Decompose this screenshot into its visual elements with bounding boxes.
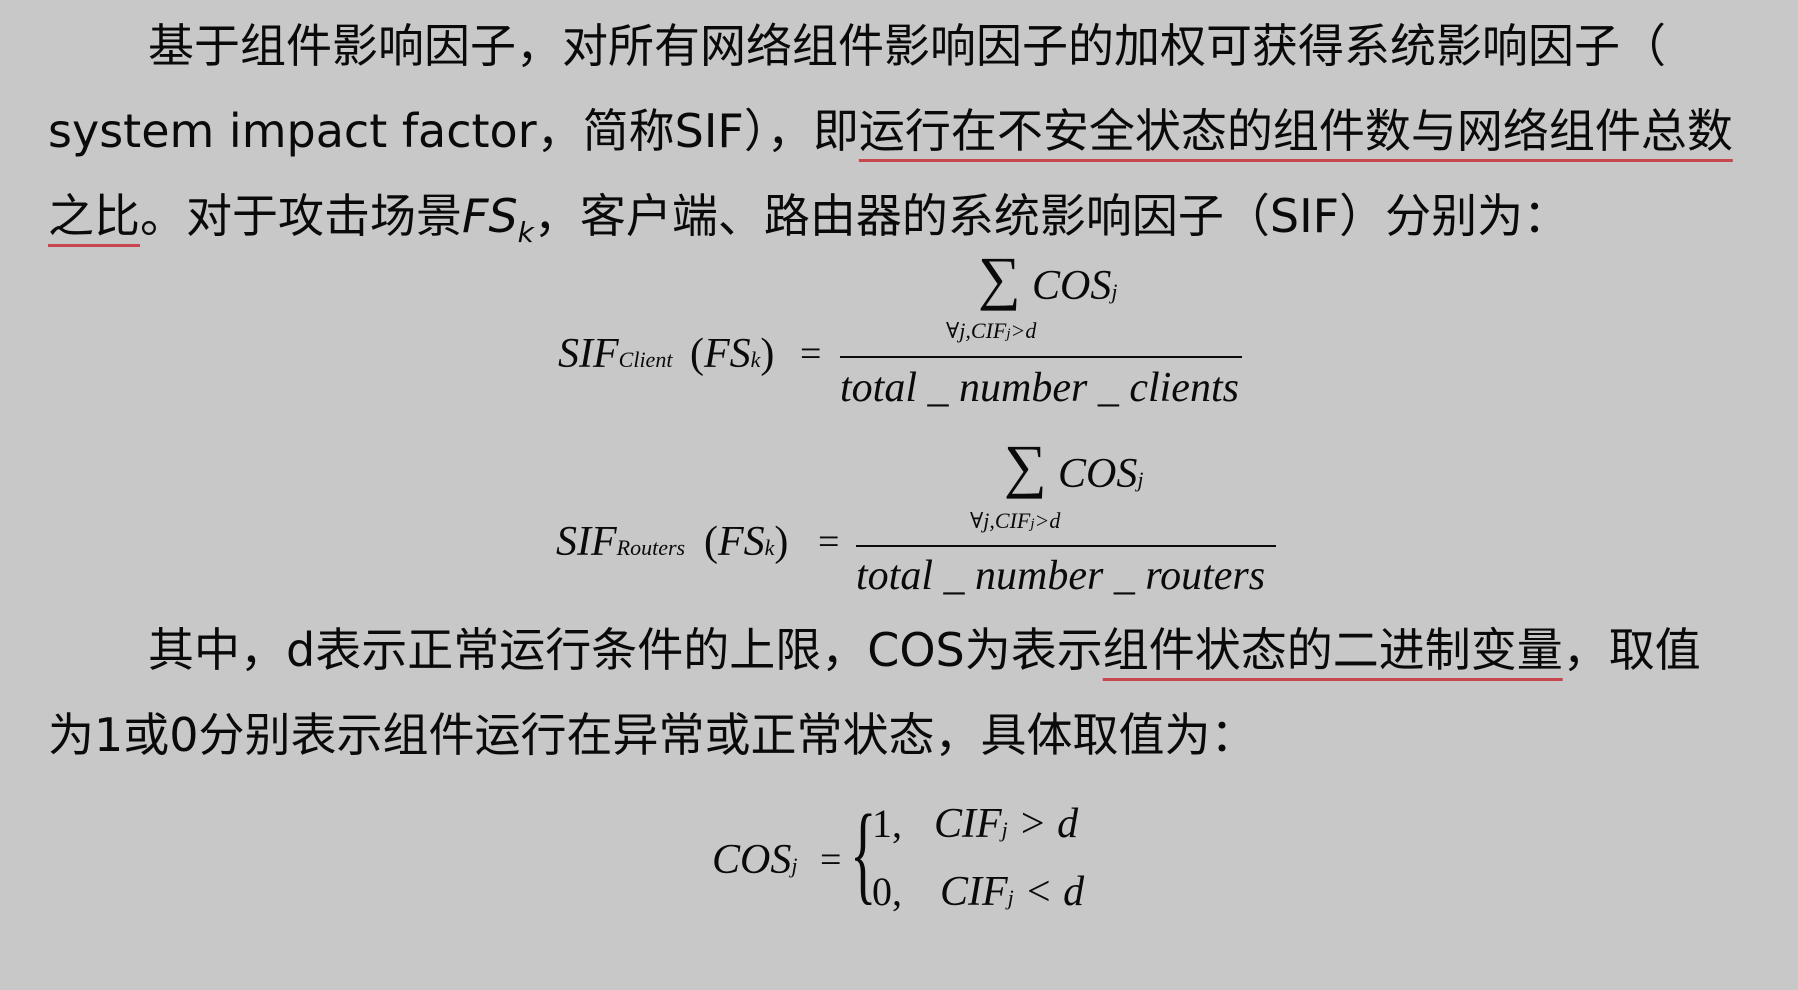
- cos-lhs-text: COS: [712, 837, 792, 883]
- sif-routers-equals: =: [818, 521, 840, 563]
- sif-client-numerator-sub: j: [1111, 279, 1118, 304]
- sif-routers-numerator-sub: j: [1137, 467, 1144, 492]
- sif-client-sum-symbol: ∑: [978, 245, 1021, 311]
- cos-case2-condition: CIFj < d: [940, 868, 1084, 916]
- sif-client-cond-tail: >d: [1010, 318, 1037, 343]
- paragraph2-line2: 为1或0分别表示组件运行在异常或正常状态，具体取值为：: [48, 705, 1257, 765]
- attack-scenario-var: FS: [462, 189, 518, 243]
- cos-case1-value: 1,: [872, 801, 902, 846]
- paragraph2-line2-text: 为1或0分别表示组件运行在异常或正常状态，具体取值为：: [48, 708, 1257, 762]
- sif-routers-sum-condition: ∀j,CIFj>d: [970, 508, 1060, 534]
- sif-client-arg-open: (: [690, 331, 704, 377]
- paragraph1-line2: system impact factor，简称SIF），即运行在不安全状态的组件…: [48, 101, 1733, 161]
- cos-case1-rel: > d: [1018, 801, 1079, 847]
- sif-routers-lhs-sub: Routers: [616, 535, 686, 560]
- sif-routers-fraction-bar: [856, 545, 1276, 547]
- paragraph1-line3-text: 。对于攻击场景: [140, 189, 462, 243]
- sif-routers-cond-tail: >d: [1034, 508, 1061, 533]
- sif-client-fraction-bar: [840, 356, 1242, 358]
- underlined-phrase-2: 之比: [48, 189, 140, 243]
- paragraph1-line1: 基于组件影响因子，对所有网络组件影响因子的加权可获得系统影响因子（: [148, 16, 1666, 76]
- sif-client-denominator: total _ number _ clients: [840, 365, 1239, 411]
- document-page: { "paragraph1": { "line1": "基于组件影响因子，对所有…: [0, 0, 1798, 990]
- sif-routers-lhs: SIFRouters: [556, 518, 685, 566]
- sif-client-arg-text: FS: [704, 331, 751, 377]
- sif-routers-arg: (FSk): [704, 518, 788, 566]
- sif-client-equals: =: [800, 333, 822, 375]
- cos-case2-rel: < d: [1024, 869, 1085, 915]
- paragraph1-line3-tail: ，客户端、路由器的系统影响因子（SIF）分别为：: [533, 189, 1570, 243]
- sif-client-numerator-text: COS: [1032, 263, 1112, 309]
- cos-case2-cond-sub: j: [1007, 885, 1014, 910]
- cos-case1-cond-sub: j: [1001, 817, 1008, 842]
- paragraph2-line1-tail: ，取值: [1562, 623, 1701, 677]
- sif-client-lhs: SIFClient: [558, 330, 672, 378]
- sif-client-numerator: COSj: [1032, 262, 1117, 310]
- paragraph1-line2-text: system impact factor，简称SIF），即: [48, 104, 859, 158]
- cos-lhs-sub: j: [791, 853, 798, 878]
- sif-routers-numerator: COSj: [1058, 450, 1143, 498]
- cos-equals: =: [820, 839, 842, 881]
- attack-scenario-sub: k: [517, 216, 534, 250]
- sif-client-arg-sub: k: [750, 347, 761, 372]
- underlined-phrase-1: 运行在不安全状态的组件数与网络组件总数: [858, 104, 1733, 158]
- sif-client-lhs-text: SIF: [558, 331, 619, 377]
- sif-routers-arg-sub: k: [764, 535, 775, 560]
- sif-client-arg: (FSk): [690, 330, 774, 378]
- sif-client-lhs-sub: Client: [618, 347, 673, 372]
- sif-routers-sum-symbol: ∑: [1004, 433, 1047, 499]
- paragraph2-line1: 其中，d表示正常运行条件的上限，COS为表示组件状态的二进制变量，取值: [148, 620, 1701, 680]
- sif-routers-denominator: total _ number _ routers: [856, 553, 1266, 599]
- cos-case2-value: 0,: [872, 869, 902, 914]
- sif-client-sum-condition: ∀j,CIFj>d: [946, 318, 1036, 344]
- paragraph1-line3: 之比。对于攻击场景FSk，客户端、路由器的系统影响因子（SIF）分别为：: [48, 186, 1569, 263]
- sif-routers-numerator-text: COS: [1058, 451, 1138, 497]
- cos-case2-cond-text: CIF: [940, 869, 1008, 915]
- cos-case1-cond-text: CIF: [934, 801, 1002, 847]
- sif-routers-arg-close: ): [774, 519, 789, 565]
- cos-lhs: COSj: [712, 836, 797, 884]
- cos-case1-condition: CIFj > d: [934, 800, 1078, 848]
- sif-routers-cond-text: ∀j,CIF: [970, 508, 1031, 533]
- paragraph1-line1-text: 基于组件影响因子，对所有网络组件影响因子的加权可获得系统影响因子（: [148, 19, 1666, 73]
- paragraph2-line1-text: 其中，d表示正常运行条件的上限，COS为表示: [148, 623, 1103, 677]
- sif-client-arg-close: ): [760, 331, 775, 377]
- sif-routers-lhs-text: SIF: [556, 519, 617, 565]
- sif-client-cond-text: ∀j,CIF: [946, 318, 1007, 343]
- sif-routers-arg-open: (: [704, 519, 718, 565]
- sif-routers-arg-text: FS: [718, 519, 765, 565]
- underlined-phrase-3: 组件状态的二进制变量: [1102, 623, 1563, 677]
